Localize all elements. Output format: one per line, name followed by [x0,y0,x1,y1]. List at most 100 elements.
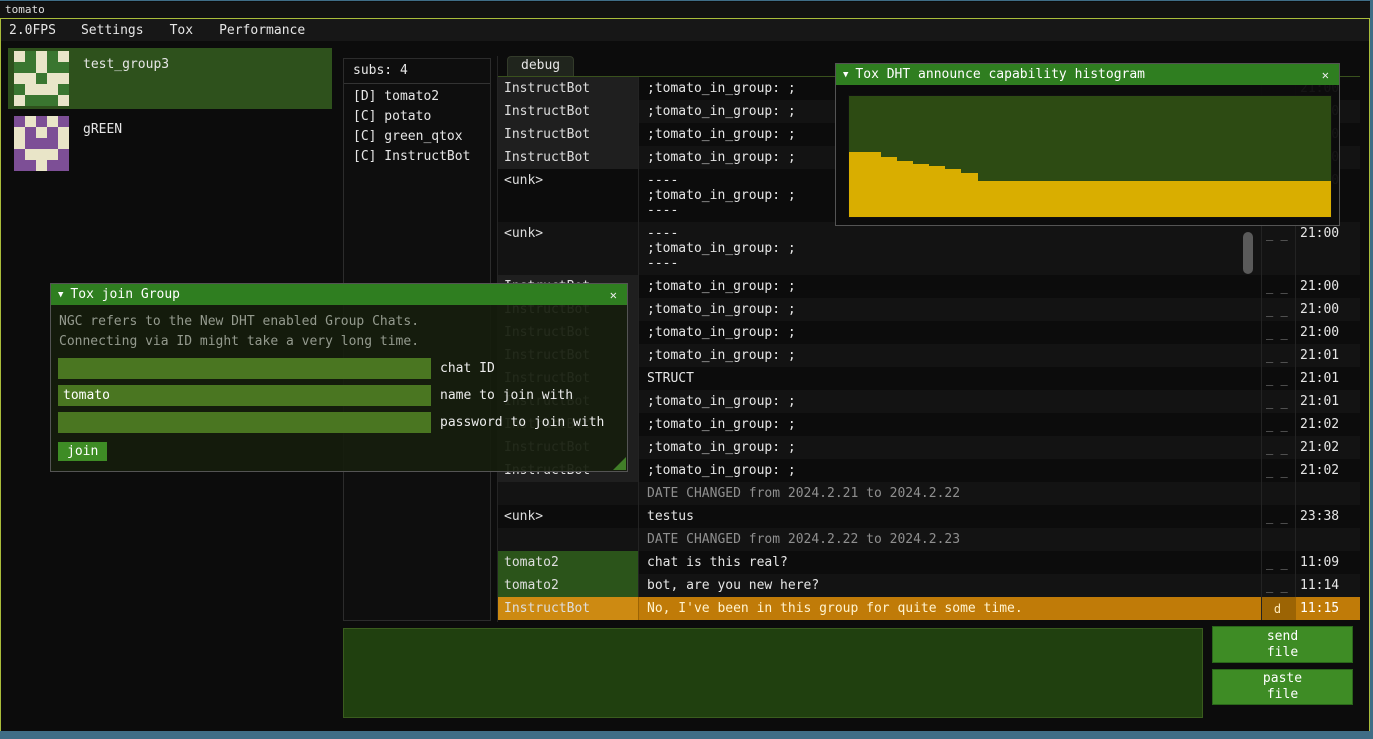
message-text: ;tomato_in_group: ; [638,390,1261,413]
histogram-window-titlebar[interactable]: ▼ Tox DHT announce capability histogram … [836,64,1339,85]
message-text: bot, are you new here? [638,574,1261,597]
histogram-bar [865,152,881,217]
member-tomato2[interactable]: [D] tomato2 [344,87,490,107]
chat-message-row[interactable]: <unk>testus_ _23:38 [498,505,1360,528]
histogram-window-title: Tox DHT announce capability histogram [855,67,1311,82]
histogram-bar [881,157,897,218]
group-item-gREEN[interactable]: gREEN [8,113,332,174]
chat-message-row[interactable]: tomato2chat is this real?_ _11:09 [498,551,1360,574]
join-description-line2: Connecting via ID might take a very long… [59,332,619,352]
member-green_qtox[interactable]: [C] green_qtox [344,127,490,147]
join-password-label: password to join with [440,415,604,430]
sender-name [498,482,638,505]
message-text: ;tomato_in_group: ; [638,321,1261,344]
contacts-sidebar: test_group3 gREEN [8,48,332,174]
join-group-window: ▼ Tox join Group ✕ NGC refers to the New… [50,283,628,472]
histogram-bar [1202,181,1218,217]
histogram-bar [994,181,1010,217]
join-name-input[interactable] [58,385,431,406]
delivery-flags [1261,528,1295,551]
tab-debug[interactable]: debug [507,56,574,76]
message-text: ;tomato_in_group: ; [638,459,1261,482]
delivery-flags: _ _ [1261,275,1295,298]
join-window-titlebar[interactable]: ▼ Tox join Group ✕ [51,284,627,305]
delivery-flags: _ _ [1261,344,1295,367]
histogram-bar [1218,181,1234,217]
sender-name: InstructBot [498,77,638,100]
resize-grip[interactable] [613,457,626,470]
histogram-bar [1251,181,1267,217]
chat-scrollbar[interactable] [1243,232,1253,274]
histogram-bar [849,152,865,217]
join-name-field-row: name to join with [58,385,627,406]
timestamp: 21:02 [1295,459,1341,482]
join-description-line1: NGC refers to the New DHT enabled Group … [59,312,619,332]
sender-name: InstructBot [498,100,638,123]
system-text: DATE CHANGED from 2024.2.21 to 2024.2.22 [638,482,1261,505]
message-text: ;tomato_in_group: ; [638,298,1261,321]
system-text: DATE CHANGED from 2024.2.22 to 2024.2.23 [638,528,1261,551]
delivery-flags: _ _ [1261,413,1295,436]
histogram-bar [1058,181,1074,217]
paste-file-button[interactable]: paste file [1212,669,1353,705]
member-InstructBot[interactable]: [C] InstructBot [344,147,490,167]
message-text: chat is this real? [638,551,1261,574]
histogram-bar [1283,181,1299,217]
join-password-input[interactable] [58,412,431,433]
histogram-bar [1106,181,1122,217]
timestamp: 21:01 [1295,344,1341,367]
chat-message-row[interactable]: <unk>---- ;tomato_in_group: ; ----_ _21:… [498,222,1360,275]
histogram-bar [1299,181,1315,217]
histogram-bar [1170,181,1186,217]
close-icon[interactable]: ✕ [607,288,620,302]
chat-message-row[interactable]: InstructBotNo, I've been in this group f… [498,597,1360,620]
histogram-bar [1026,181,1042,217]
collapse-arrow-icon[interactable]: ▼ [843,70,848,80]
timestamp [1295,528,1341,551]
timestamp: 23:38 [1295,505,1341,528]
join-window-title: Tox join Group [70,287,599,302]
histogram-bar [961,173,977,217]
sender-name: InstructBot [498,146,638,169]
histogram-bar [1186,181,1202,217]
histogram-bar [1154,181,1170,217]
close-icon[interactable]: ✕ [1319,68,1332,82]
histogram-bar [1042,181,1058,217]
sender-name: <unk> [498,222,638,275]
delivery-flags: _ _ [1261,367,1295,390]
member-potato[interactable]: [C] potato [344,107,490,127]
histogram-window: ▼ Tox DHT announce capability histogram … [835,63,1340,226]
menu-performance[interactable]: Performance [206,23,318,38]
chat-id-field-row: chat ID [58,358,627,379]
delivery-flags: _ _ [1261,505,1295,528]
chat-id-label: chat ID [440,361,495,376]
date-changed-row: DATE CHANGED from 2024.2.22 to 2024.2.23 [498,528,1360,551]
timestamp: 11:09 [1295,551,1341,574]
timestamp: 21:00 [1295,298,1341,321]
message-text: STRUCT [638,367,1261,390]
chat-message-row[interactable]: tomato2bot, are you new here?_ _11:14 [498,574,1360,597]
send-file-button[interactable]: send file [1212,626,1353,663]
group-avatar-icon [14,116,69,171]
subs-list: [D] tomato2[C] potato[C] green_qtox[C] I… [344,84,490,167]
sender-name: <unk> [498,505,638,528]
collapse-arrow-icon[interactable]: ▼ [58,290,63,300]
timestamp: 21:01 [1295,367,1341,390]
app-window: tomato 2.0FPS Settings Tox Performance t… [0,0,1373,739]
group-item-test_group3[interactable]: test_group3 [8,48,332,109]
menu-tox[interactable]: Tox [157,23,206,38]
message-input[interactable] [343,628,1203,718]
join-name-label: name to join with [440,388,573,403]
sender-name: tomato2 [498,574,638,597]
group-name: gREEN [83,116,122,171]
timestamp: 11:14 [1295,574,1341,597]
join-button[interactable]: join [58,442,107,461]
histogram-bar [913,164,929,217]
menu-settings[interactable]: Settings [68,23,157,38]
timestamp: 21:02 [1295,413,1341,436]
chat-id-input[interactable] [58,358,431,379]
timestamp: 11:15 [1295,597,1341,620]
subs-count: subs: 4 [344,59,490,84]
histogram-bar [1090,181,1106,217]
join-password-field-row: password to join with [58,412,627,433]
